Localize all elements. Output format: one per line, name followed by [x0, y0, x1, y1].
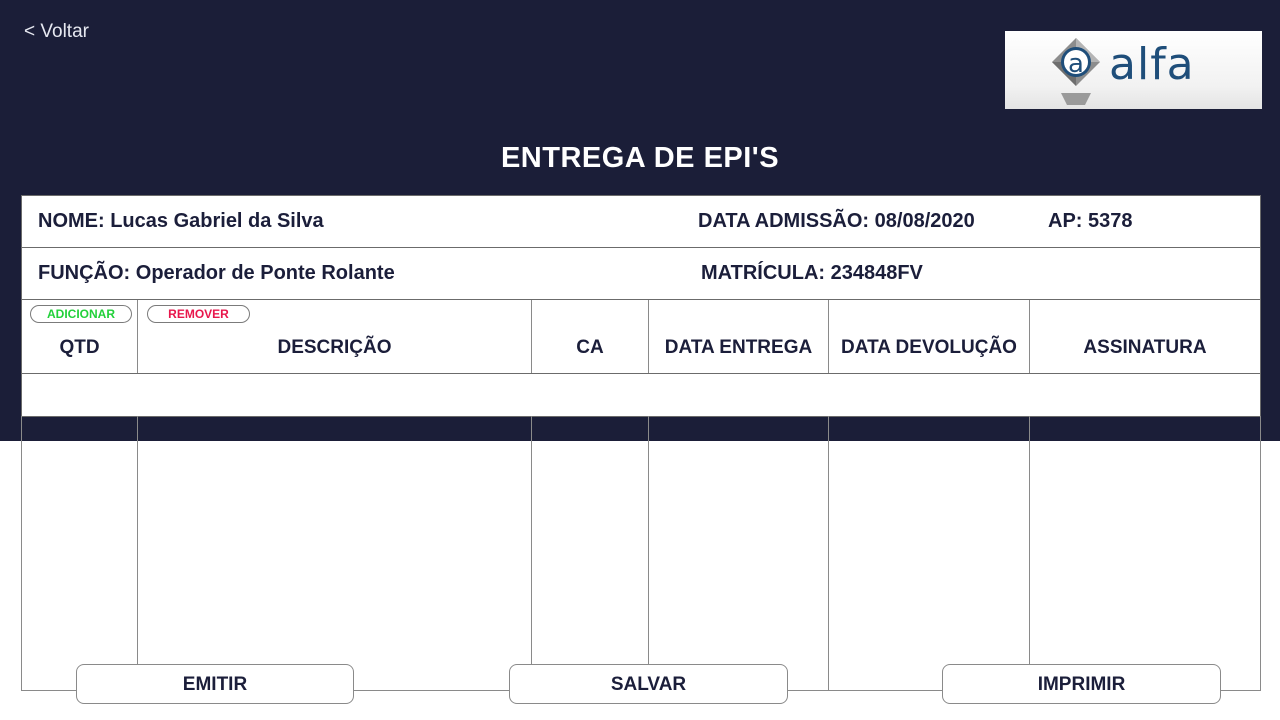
column-divider: [828, 416, 829, 691]
column-header-assinatura: ASSINATURA: [1030, 300, 1260, 373]
logo-letter: a: [1068, 49, 1084, 79]
column-header-descricao: DESCRIÇÃO: [138, 300, 532, 373]
column-label: DESCRIÇÃO: [277, 337, 392, 358]
column-divider: [1260, 416, 1261, 691]
column-label: DATA DEVOLUÇÃO: [841, 337, 1017, 358]
admission-date: DATA ADMISSÃO: 08/08/2020: [698, 210, 975, 232]
column-divider: [137, 416, 138, 664]
logo-text: alfa: [1109, 39, 1195, 90]
back-link[interactable]: < Voltar: [24, 21, 89, 43]
employee-name: NOME: Lucas Gabriel da Silva: [38, 210, 324, 232]
column-divider: [1029, 416, 1030, 664]
registration-number: MATRÍCULA: 234848FV: [701, 262, 923, 284]
column-divider: [648, 416, 649, 664]
imprimir-button[interactable]: IMPRIMIR: [942, 664, 1221, 704]
column-label: ASSINATURA: [1083, 337, 1207, 358]
epi-table-body: [21, 416, 1261, 691]
table-row[interactable]: [21, 373, 1261, 417]
column-header-qtd: QTD: [22, 300, 138, 373]
column-label: CA: [576, 337, 604, 358]
column-divider: [531, 416, 532, 664]
employee-info-row-1: NOME: Lucas Gabriel da Silva DATA ADMISS…: [21, 195, 1261, 248]
salvar-button[interactable]: SALVAR: [509, 664, 788, 704]
column-divider: [21, 416, 22, 691]
column-label: DATA ENTREGA: [664, 337, 813, 358]
emitir-button[interactable]: EMITIR: [76, 664, 354, 704]
column-header-data-entrega: DATA ENTREGA: [649, 300, 829, 373]
ap-number: AP: 5378: [1048, 210, 1133, 232]
column-header-ca: CA: [532, 300, 649, 373]
employee-role: FUNÇÃO: Operador de Ponte Rolante: [38, 262, 395, 284]
employee-info-row-2: FUNÇÃO: Operador de Ponte Rolante MATRÍC…: [21, 247, 1261, 300]
column-header-data-devolucao: DATA DEVOLUÇÃO: [829, 300, 1030, 373]
column-label: QTD: [59, 337, 100, 358]
page-title: ENTREGA DE EPI'S: [500, 142, 780, 174]
epi-table-header: ADICIONAR REMOVER QTD DESCRIÇÃO CA DATA …: [21, 299, 1261, 374]
company-logo: a alfa: [1005, 31, 1262, 109]
